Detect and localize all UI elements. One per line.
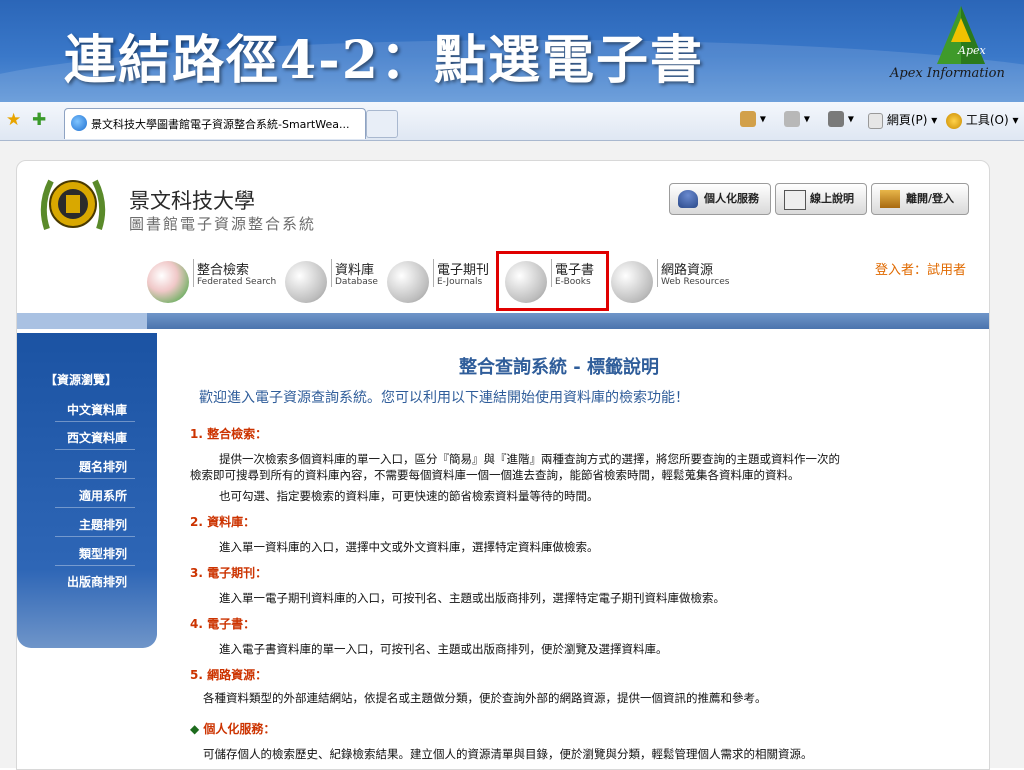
login-user-status: 登入者：試用者 — [875, 263, 967, 278]
content-title: 整合查詢系統 - 標籤說明 — [459, 357, 660, 378]
sidebar-item-subject-order[interactable]: 主題排列 — [79, 516, 127, 533]
sidebar-item-western-db[interactable]: 西文資料庫 — [67, 429, 127, 446]
tools-menu-label: 工具(O) — [965, 113, 1009, 127]
print-button[interactable]: ▾ — [828, 111, 854, 127]
nav-database-label: 資料庫 — [335, 263, 375, 278]
section-heading: 5. 網路資源： — [190, 668, 268, 682]
new-tab-button[interactable] — [366, 110, 398, 138]
printer-icon — [828, 111, 844, 127]
nav-e-journals-label: 電子期刊 — [437, 263, 490, 278]
slide-title: 連結路徑4-2：點選電子書 — [64, 30, 704, 91]
apex-logo: Apex Apex Information — [880, 0, 1024, 100]
nav-web-resources-label: 網路資源 — [661, 263, 714, 278]
sidebar-item-title-order[interactable]: 題名排列 — [79, 458, 127, 475]
logo-company-name: Apex Information — [890, 66, 1005, 81]
e-journals-icon — [387, 261, 429, 303]
rss-feed-icon — [784, 111, 800, 127]
nav-divider — [331, 259, 332, 287]
logo-apex-word: Apex — [958, 44, 986, 57]
welcome-text: 歡迎進入電子資源查詢系統。您可以利用以下連結開始使用資料庫的檢索功能！ — [199, 390, 689, 406]
section-text: 檢索即可搜尋到所有的資料庫內容，不需要每個資料庫一個一個進去查詢，能節省檢索時間… — [190, 468, 800, 482]
personal-service-label: 個人化服務 — [704, 192, 759, 205]
section-text: 也可勾選、指定要檢索的資料庫，可更快速的節省檢索資料量等待的時間。 — [219, 489, 599, 503]
sidebar-item-chinese-db[interactable]: 中文資料庫 — [67, 401, 127, 418]
sidebar-separator — [55, 449, 135, 450]
sidebar-separator — [55, 421, 135, 422]
nav-database-en: Database — [335, 277, 378, 287]
person-icon — [678, 190, 698, 208]
add-favorite-icon[interactable]: ✚ — [32, 110, 46, 130]
logout-login-button[interactable]: 離開/登入 — [871, 183, 969, 215]
nav-divider — [433, 259, 434, 287]
page-menu-label: 網頁(P) — [886, 113, 928, 127]
door-icon — [880, 190, 900, 208]
university-emblem-icon — [40, 179, 106, 230]
nav-e-journals[interactable]: 電子期刊 E-Journals — [387, 257, 497, 309]
nav-federated-search[interactable]: 整合檢索 Federated Search — [147, 257, 287, 309]
nav-federated-search-en: Federated Search — [197, 277, 277, 287]
personal-service-text: 可儲存個人的檢索歷史、紀錄檢索結果。建立個人的資源清單與目錄，便於瀏覽與分類，輕… — [203, 747, 813, 761]
section-heading: 1. 整合檢索： — [190, 427, 268, 441]
section-text: 各種資料類型的外部連結網站，依提名或主題做分類，便於查詢外部的網路資源，提供一個… — [203, 691, 767, 705]
sidebar-heading: 【資源瀏覽】 — [45, 373, 118, 387]
section-heading: 2. 資料庫： — [190, 515, 256, 529]
browser-tab[interactable]: 景文科技大學圖書館電子資源整合系統-SmartWea... — [64, 108, 366, 139]
sidebar-item-type-order[interactable]: 類型排列 — [79, 545, 127, 562]
feeds-button[interactable]: ▾ — [784, 111, 810, 127]
nav-web-resources[interactable]: 網路資源 Web Resources — [611, 257, 731, 309]
nav-federated-search-label: 整合檢索 — [197, 263, 250, 278]
library-website: 景文科技大學 圖書館電子資源整合系統 個人化服務 線上說明 離開/登入 整合檢索… — [16, 160, 990, 770]
nav-database[interactable]: 資料庫 Database — [285, 257, 385, 309]
section-heading: 4. 電子書： — [190, 617, 256, 631]
nav-e-journals-en: E-Journals — [437, 277, 483, 287]
resource-browse-sidebar: 【資源瀏覽】 中文資料庫 西文資料庫 題名排列 適用系所 主題排列 類型排列 出… — [17, 333, 157, 648]
university-name: 景文科技大學 — [129, 189, 255, 213]
page-icon — [868, 112, 883, 129]
personal-service-button[interactable]: 個人化服務 — [669, 183, 771, 215]
federated-search-icon — [147, 261, 189, 303]
e-books-highlight-box — [496, 251, 609, 311]
online-help-label: 線上說明 — [810, 192, 854, 205]
sidebar-separator — [55, 478, 135, 479]
gear-icon — [946, 112, 962, 129]
home-button[interactable]: ▾ — [740, 111, 766, 127]
sidebar-item-departments[interactable]: 適用系所 — [79, 487, 127, 504]
online-help-button[interactable]: 線上說明 — [775, 183, 867, 215]
nav-divider — [193, 259, 194, 287]
section-text: 進入單一資料庫的入口，選擇中文或外文資料庫，選擇特定資料庫做檢索。 — [219, 540, 599, 554]
ie-page-icon — [71, 115, 87, 131]
sidebar-separator — [55, 565, 135, 566]
personal-service-heading: ◆ 個人化服務： — [190, 720, 275, 737]
section-heading: 3. 電子期刊： — [190, 566, 268, 580]
web-resources-icon — [611, 261, 653, 303]
strip-highlight — [17, 313, 147, 329]
personal-service-heading-label: 個人化服務： — [203, 722, 276, 736]
sidebar-item-publisher-order[interactable]: 出版商排列 — [67, 573, 127, 590]
browser-tab-title: 景文科技大學圖書館電子資源整合系統-SmartWea... — [91, 118, 350, 131]
section-text: 進入電子書資料庫的單一入口，可按刊名、主題或出版商排列，便於瀏覽及選擇資料庫。 — [219, 642, 668, 656]
diamond-bullet-icon: ◆ — [190, 722, 200, 736]
tools-menu[interactable]: 工具(O) ▾ — [946, 111, 1018, 129]
blue-divider-strip — [17, 313, 989, 329]
logout-login-label: 離開/登入 — [906, 192, 955, 205]
slide-header: 連結路徑4-2：點選電子書 Apex Apex Information — [0, 0, 1024, 102]
database-icon — [285, 261, 327, 303]
home-icon — [740, 111, 756, 127]
nav-web-resources-en: Web Resources — [661, 277, 730, 287]
sidebar-separator — [55, 507, 135, 508]
nav-divider — [657, 259, 658, 287]
page-menu[interactable]: 網頁(P) ▾ — [868, 111, 937, 129]
section-text: 進入單一電子期刊資料庫的入口，可按刊名、主題或出版商排列，選擇特定電子期刊資料庫… — [219, 591, 725, 605]
system-name: 圖書館電子資源整合系統 — [129, 215, 317, 233]
section-text: 提供一次檢索多個資料庫的單一入口，區分『簡易』與『進階』兩種查詢方式的選擇，將您… — [219, 452, 840, 466]
favorites-star-icon[interactable]: ★ — [6, 110, 21, 130]
sidebar-separator — [55, 536, 135, 537]
browser-toolbar: ★ ✚ 景文科技大學圖書館電子資源整合系統-SmartWea... ▾ ▾ ▾ … — [0, 102, 1024, 141]
book-icon — [784, 190, 806, 210]
